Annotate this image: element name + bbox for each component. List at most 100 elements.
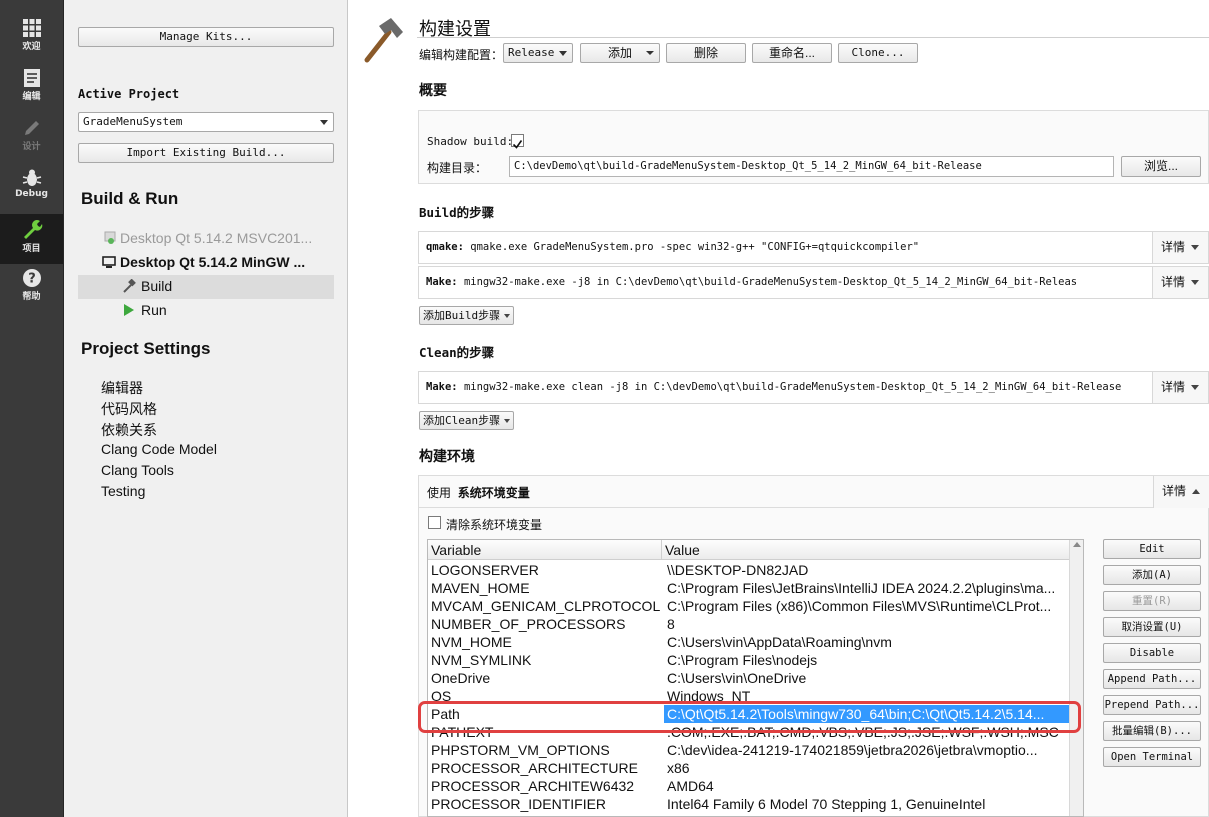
add-clean-step-button[interactable]: 添加Clean步骤: [419, 411, 515, 430]
table-row[interactable]: NUMBER_OF_PROCESSORS 8: [428, 615, 1083, 633]
nav-build[interactable]: Build: [122, 278, 172, 294]
env-append-path-button[interactable]: Append Path...: [1103, 669, 1201, 689]
kit-mingw[interactable]: Desktop Qt 5.14.2 MinGW ...: [102, 254, 305, 270]
active-project-select[interactable]: GradeMenuSystem: [78, 112, 334, 132]
settings-item-clang-code-model[interactable]: Clang Code Model: [101, 441, 217, 457]
checkmark-icon: [512, 140, 523, 149]
clone-config-button[interactable]: Clone...: [838, 43, 918, 63]
settings-item-clang-tools[interactable]: Clang Tools: [101, 462, 174, 478]
value-cell: x86: [667, 760, 690, 776]
active-project-value: GradeMenuSystem: [83, 115, 183, 128]
mode-help[interactable]: ? 帮助: [0, 264, 63, 314]
delete-config-button[interactable]: 删除: [666, 43, 746, 63]
monitor-icon: [102, 256, 116, 268]
table-row[interactable]: PROCESSOR_IDENTIFIER Intel64 Family 6 Mod…: [428, 795, 1083, 813]
mode-label: 设计: [22, 142, 41, 152]
manage-kits-button[interactable]: Manage Kits...: [78, 27, 334, 47]
mode-edit[interactable]: 编辑: [0, 64, 63, 114]
table-scrollbar[interactable]: [1069, 540, 1083, 816]
chevron-down-icon: [504, 314, 511, 318]
chevron-down-icon: [504, 419, 511, 423]
clean-make-step: Make: mingw32-make.exe clean -j8 in C:\d…: [418, 371, 1209, 404]
kit-msvc-label: Desktop Qt 5.14.2 MSVC201...: [120, 230, 313, 246]
clean-step-label: Make:: [426, 381, 458, 393]
settings-item-dependencies[interactable]: 依赖关系: [101, 420, 157, 440]
build-config-select[interactable]: Release: [503, 43, 573, 63]
env-reset-button[interactable]: 重置(R): [1103, 591, 1201, 611]
env-prepend-path-button[interactable]: Prepend Path...: [1103, 695, 1201, 715]
build-dir-input[interactable]: C:\devDemo\qt\build-GradeMenuSystem-Desk…: [509, 156, 1114, 177]
env-details-button[interactable]: 详情: [1153, 476, 1209, 508]
env-add-button[interactable]: 添加(A): [1103, 565, 1201, 585]
table-row[interactable]: MVCAM_GENICAM_CLPROTOCOL C:\Program Files…: [428, 597, 1083, 615]
hammer-icon: [123, 278, 136, 293]
mode-design[interactable]: 设计: [0, 114, 63, 164]
clean-step-command: mingw32-make.exe clean -j8 in C:\devDemo…: [463, 381, 1122, 393]
make-step-command: mingw32-make.exe -j8 in C:\devDemo\qt\bu…: [463, 276, 1078, 288]
chevron-down-icon: [1191, 385, 1200, 391]
overview-header: 概要: [419, 82, 447, 98]
browse-button[interactable]: 浏览...: [1121, 156, 1201, 177]
column-header-variable[interactable]: Variable: [428, 540, 662, 560]
grid-icon: [22, 19, 41, 37]
import-existing-build-button[interactable]: Import Existing Build...: [78, 143, 334, 163]
build-settings-page: 构建设置 编辑构建配置： Release 添加 删除 重命名... Clone.…: [349, 0, 1209, 817]
title-divider: [417, 37, 1209, 38]
shadow-build-checkbox[interactable]: [511, 134, 524, 149]
clear-env-checkbox[interactable]: [428, 516, 441, 529]
qt-creator-window: 欢迎 编辑 设计 Debug 项目 ? 帮助 Manage Kits... Ac…: [0, 0, 1209, 817]
env-disable-button[interactable]: Disable: [1103, 643, 1201, 663]
env-use-text: 使用 系统环境变量: [427, 484, 530, 501]
add-clean-step-label: 添加Clean步骤: [423, 414, 501, 427]
details-label: 详情: [1161, 275, 1186, 289]
chevron-down-icon: [320, 120, 328, 125]
column-header-value[interactable]: Value: [662, 540, 1083, 560]
env-batch-edit-button[interactable]: 批量编辑(B)...: [1103, 721, 1201, 741]
rename-config-button[interactable]: 重命名...: [752, 43, 832, 63]
document-icon: [23, 69, 40, 87]
build-run-header: Build & Run: [81, 189, 179, 208]
env-use-label: 使用: [427, 486, 452, 500]
pencil-icon: [24, 121, 39, 135]
table-row[interactable]: NVM_HOME C:\Users\vin\AppData\Roaming\nvm: [428, 633, 1083, 651]
hammer-icon: [364, 18, 403, 63]
make-details-button[interactable]: 详情: [1152, 267, 1208, 298]
clean-details-button[interactable]: 详情: [1152, 372, 1208, 403]
table-row[interactable]: LOGONSERVER \\DESKTOP-DN82JAD: [428, 561, 1083, 579]
build-env-header: 构建环境: [419, 448, 475, 464]
table-row[interactable]: PROCESSOR_ARCHITECTURE x86: [428, 759, 1083, 777]
add-config-button[interactable]: 添加: [580, 43, 660, 63]
settings-item-testing[interactable]: Testing: [101, 483, 145, 499]
table-row[interactable]: PHPSTORM_VM_OPTIONS C:\dev\idea-241219-17…: [428, 741, 1083, 759]
qmake-details-button[interactable]: 详情: [1152, 232, 1208, 263]
chevron-down-icon: [646, 51, 654, 55]
mode-debug[interactable]: Debug: [0, 164, 63, 214]
help-icon: ?: [22, 269, 41, 287]
chevron-up-icon: [1192, 489, 1201, 495]
variable-cell: PROCESSOR_ARCHITECTURE: [431, 760, 638, 776]
env-unset-button[interactable]: 取消设置(U): [1103, 617, 1201, 637]
svg-text:?: ?: [28, 272, 36, 287]
nav-run[interactable]: Run: [122, 302, 167, 318]
mode-projects[interactable]: 项目: [0, 214, 63, 264]
env-open-terminal-button[interactable]: Open Terminal: [1103, 747, 1201, 767]
table-row[interactable]: NVM_SYMLINK C:\Program Files\nodejs: [428, 651, 1083, 669]
settings-item-code-style[interactable]: 代码风格: [101, 399, 157, 419]
add-build-step-button[interactable]: 添加Build步骤: [419, 306, 515, 325]
qmake-step-command: qmake.exe GradeMenuSystem.pro -spec win3…: [470, 241, 920, 253]
table-row[interactable]: PROCESSOR_ARCHITEW6432 AMD64: [428, 777, 1083, 795]
env-header-row: [418, 475, 1209, 508]
mode-welcome[interactable]: 欢迎: [0, 14, 63, 64]
settings-item-editor[interactable]: 编辑器: [101, 378, 143, 398]
value-cell: C:\Users\vin\OneDrive: [667, 670, 807, 686]
details-label: 详情: [1162, 484, 1187, 498]
table-row[interactable]: OneDrive C:\Users\vin\OneDrive: [428, 669, 1083, 687]
kit-msvc[interactable]: Desktop Qt 5.14.2 MSVC201...: [104, 230, 312, 246]
add-config-label: 添加: [607, 46, 632, 60]
value-cell: 8: [667, 616, 675, 632]
table-row[interactable]: MAVEN_HOME C:\Program Files\JetBrains\Int…: [428, 579, 1083, 597]
variable-cell: NUMBER_OF_PROCESSORS: [431, 616, 626, 632]
scroll-up-icon[interactable]: [1073, 542, 1081, 547]
env-edit-button[interactable]: Edit: [1103, 539, 1201, 559]
env-variables-table[interactable]: Variable Value LOGONSERVER \\DESKTOP-DN82…: [427, 539, 1084, 817]
